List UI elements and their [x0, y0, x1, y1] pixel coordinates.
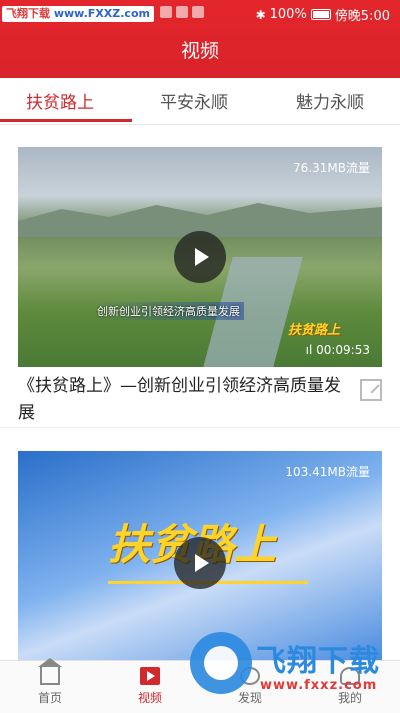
- status-right: ✱ 100% 傍晚5:00: [256, 5, 390, 24]
- share-icon[interactable]: [360, 379, 382, 401]
- nav-home-label: 首页: [37, 691, 62, 705]
- play-button[interactable]: [174, 231, 226, 283]
- active-tab-indicator: [0, 119, 132, 122]
- watermark-url: www.fxxz.com: [260, 678, 378, 693]
- nav-video[interactable]: 视频: [120, 667, 180, 706]
- video-size: 103.41MB流量: [285, 465, 370, 479]
- watermark-name: 飞翔下载: [256, 644, 380, 679]
- notification-icon: [160, 6, 172, 18]
- notification-icons: [160, 6, 204, 18]
- bluetooth-icon: ✱: [255, 7, 266, 22]
- video-overlay-caption: 创新创业引领经济高质量发展: [93, 302, 244, 320]
- tab-fupin[interactable]: 扶贫路上: [26, 88, 94, 113]
- clock: 傍晚5:00: [334, 9, 390, 24]
- nav-home[interactable]: 首页: [20, 658, 80, 706]
- watermark-emblem-icon: [190, 632, 252, 694]
- tab-meili[interactable]: 魅力永顺: [296, 88, 364, 113]
- signal-bars-icon: ıl: [305, 343, 317, 357]
- video-title[interactable]: 《扶贫路上》—创新创业引领经济高质量发展: [18, 373, 348, 427]
- home-icon: [38, 658, 62, 685]
- battery-icon: [310, 9, 331, 20]
- video-duration-text: 00:09:53: [316, 343, 370, 357]
- watermark-prefix: 飞翔下载: [6, 7, 50, 20]
- video-icon: [140, 667, 160, 685]
- video-card[interactable]: 创新创业引领经济高质量发展 扶贫路上 76.31MB流量 ıl 00:09:53…: [18, 147, 382, 427]
- tab-pingan[interactable]: 平安永顺: [160, 88, 228, 113]
- video-thumbnail[interactable]: 创新创业引领经济高质量发展 扶贫路上 76.31MB流量 ıl 00:09:53: [18, 147, 382, 367]
- card-divider: [0, 427, 400, 428]
- play-button[interactable]: [174, 537, 226, 589]
- video-size: 76.31MB流量: [293, 161, 370, 175]
- program-logo: 扶贫路上: [288, 323, 341, 338]
- page-title: 视频: [180, 40, 219, 62]
- app-header: 飞翔下载 www.FXXZ.com ✱ 100% 傍晚5:00 视频: [0, 0, 400, 78]
- nav-video-label: 视频: [137, 691, 162, 705]
- watermark-badge: 飞翔下载 www.FXXZ.com: [2, 6, 154, 22]
- category-tabs: 扶贫路上 平安永顺 魅力永顺: [0, 78, 400, 125]
- status-bar: 飞翔下载 www.FXXZ.com ✱ 100% 傍晚5:00: [0, 0, 400, 28]
- notification-icon: [176, 6, 188, 18]
- watermark-site: www.FXXZ.com: [53, 7, 150, 20]
- watermark-logo: 飞翔下载 www.fxxz.com: [190, 628, 395, 700]
- notification-icon: [192, 6, 204, 18]
- battery-percent: 100%: [269, 7, 307, 22]
- video-duration: ıl 00:09:53: [306, 343, 370, 357]
